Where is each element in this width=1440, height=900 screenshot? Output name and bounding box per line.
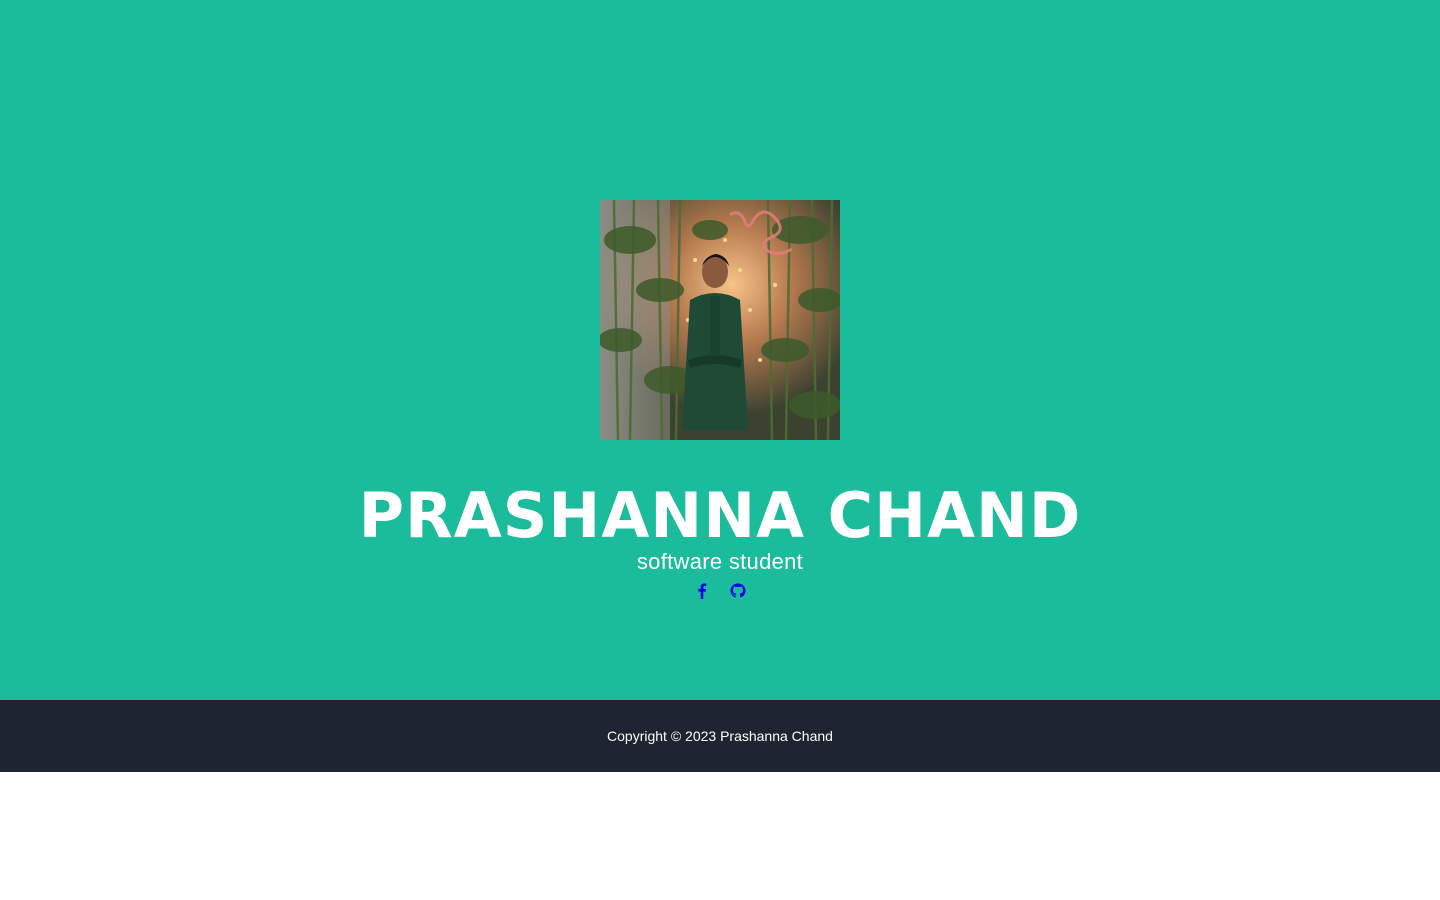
hero-section: PRASHANNA CHAND software student	[0, 0, 1440, 700]
facebook-icon	[698, 583, 707, 599]
facebook-link[interactable]	[693, 581, 711, 601]
page-subtitle: software student	[636, 549, 804, 574]
footer: Copyright © 2023 Prashanna Chand	[0, 700, 1440, 772]
github-icon	[730, 583, 746, 598]
footer-copyright: Copyright © 2023 Prashanna Chand	[607, 728, 833, 744]
profile-photo	[600, 200, 840, 440]
page-title: PRASHANNA CHAND	[358, 479, 1082, 552]
github-link[interactable]	[729, 581, 747, 601]
profile-photo-image	[600, 200, 840, 440]
social-links	[0, 581, 1440, 601]
